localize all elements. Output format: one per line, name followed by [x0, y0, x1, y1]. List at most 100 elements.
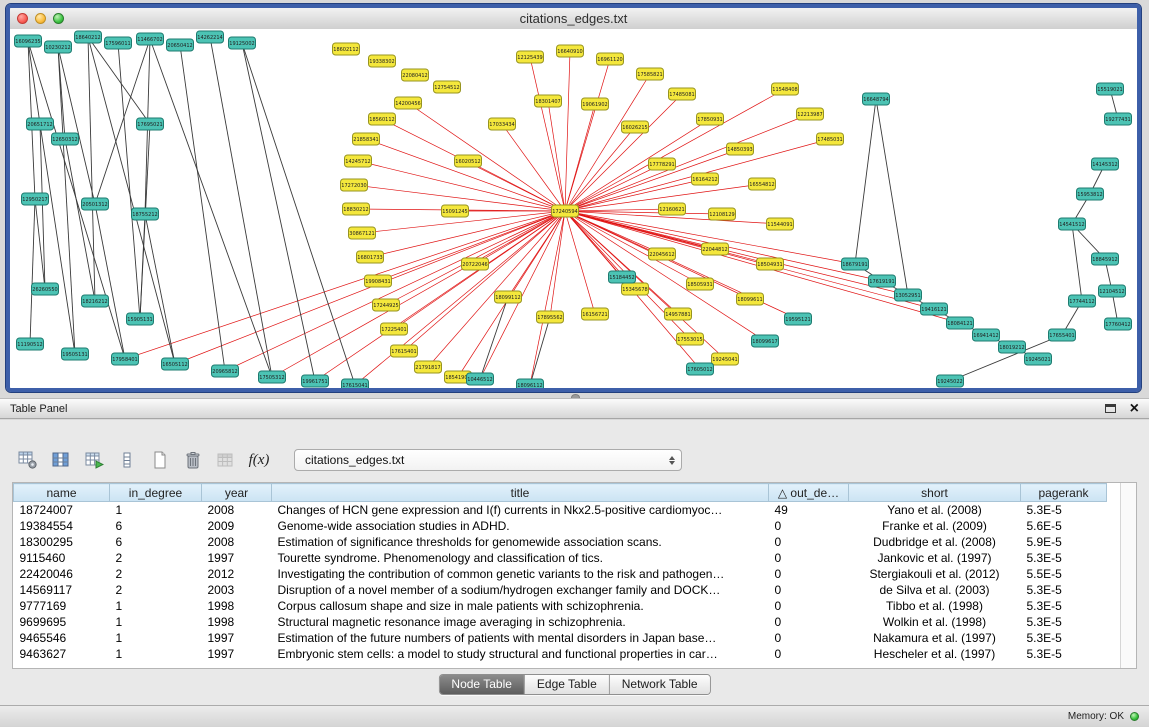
- table-cell[interactable]: 0: [769, 518, 849, 534]
- graph-node[interactable]: 19061902: [582, 98, 609, 110]
- graph-edge[interactable]: [30, 199, 35, 344]
- graph-node[interactable]: 17615401: [391, 345, 418, 357]
- graph-edge[interactable]: [242, 43, 355, 385]
- table-cell[interactable]: 18724007: [14, 502, 110, 518]
- graph-node[interactable]: 17655401: [1049, 329, 1076, 341]
- graph-node[interactable]: 18096112: [517, 379, 544, 388]
- graph-node[interactable]: 17760412: [1105, 318, 1132, 330]
- graph-edge[interactable]: [370, 211, 565, 257]
- table-cell[interactable]: 14569117: [14, 582, 110, 598]
- table-cell[interactable]: Franke et al. (2009): [849, 518, 1021, 534]
- graph-node[interactable]: 18679191: [842, 258, 869, 270]
- graph-node[interactable]: 16026215: [622, 121, 649, 133]
- table-cell[interactable]: 9777169: [14, 598, 110, 614]
- graph-edge[interactable]: [180, 45, 225, 371]
- graph-node[interactable]: 10230212: [45, 41, 72, 53]
- graph-node[interactable]: 12754512: [434, 81, 461, 93]
- table-cell[interactable]: Nakamura et al. (1997): [849, 630, 1021, 646]
- graph-node[interactable]: 17553015: [677, 333, 704, 345]
- graph-node[interactable]: 17244925: [373, 299, 400, 311]
- graph-node[interactable]: 12160621: [659, 203, 686, 215]
- graph-node[interactable]: 17778291: [649, 158, 676, 170]
- graph-node[interactable]: 16505112: [162, 358, 189, 370]
- graph-node[interactable]: 18084121: [947, 317, 974, 329]
- graph-node[interactable]: 16164212: [692, 173, 719, 185]
- graph-node[interactable]: 11548408: [772, 83, 799, 95]
- table-cell[interactable]: Estimation of the future numbers of pati…: [272, 630, 769, 646]
- table-cell[interactable]: Embryonic stem cells: a model to study s…: [272, 646, 769, 662]
- table-cell[interactable]: 1997: [202, 550, 272, 566]
- graph-node[interactable]: 22080412: [402, 69, 429, 81]
- graph-edge[interactable]: [88, 37, 95, 301]
- tab-network-table[interactable]: Network Table: [609, 675, 710, 694]
- graph-node[interactable]: 18755212: [132, 208, 159, 220]
- graph-node[interactable]: 16648794: [863, 93, 890, 105]
- graph-node[interactable]: 17695021: [137, 118, 164, 130]
- table-cell[interactable]: 2012: [202, 566, 272, 582]
- table-cell[interactable]: 0: [769, 582, 849, 598]
- table-cell[interactable]: Wolkin et al. (1998): [849, 614, 1021, 630]
- graph-edge[interactable]: [150, 39, 272, 377]
- graph-node[interactable]: 18019212: [999, 341, 1026, 353]
- graph-node[interactable]: 16801733: [357, 251, 384, 263]
- graph-node[interactable]: 11190512: [17, 338, 44, 350]
- column-header[interactable]: △ out_de…: [769, 484, 849, 502]
- graph-node[interactable]: 16554812: [749, 178, 776, 190]
- graph-node[interactable]: 19961751: [302, 375, 329, 387]
- graph-node[interactable]: 20650412: [167, 39, 194, 51]
- window-titlebar[interactable]: citations_edges.txt: [10, 8, 1137, 30]
- rows-icon[interactable]: [113, 446, 141, 474]
- column-header[interactable]: pagerank: [1021, 484, 1107, 502]
- network-canvas[interactable]: 1724059415091245160205121703343418301407…: [10, 29, 1137, 388]
- graph-edge[interactable]: [855, 99, 876, 264]
- graph-node[interactable]: 30867121: [349, 227, 376, 239]
- table-cell[interactable]: 2: [110, 550, 202, 566]
- table-cell[interactable]: 2009: [202, 518, 272, 534]
- column-header[interactable]: in_degree: [110, 484, 202, 502]
- table-cell[interactable]: 5.3E-5: [1021, 646, 1107, 662]
- graph-edge[interactable]: [550, 211, 565, 317]
- column-header[interactable]: short: [849, 484, 1021, 502]
- graph-edge[interactable]: [1072, 224, 1082, 301]
- graph-node[interactable]: 16020512: [455, 155, 482, 167]
- graph-node[interactable]: 17619191: [869, 275, 896, 287]
- graph-node[interactable]: 17033434: [489, 118, 516, 130]
- table-cell[interactable]: 1: [110, 630, 202, 646]
- table-cell[interactable]: Dudbridge et al. (2008): [849, 534, 1021, 550]
- graph-node[interactable]: 20651712: [27, 118, 54, 130]
- graph-node[interactable]: 14957881: [665, 308, 692, 320]
- graph-node[interactable]: 12104512: [1099, 285, 1126, 297]
- graph-node[interactable]: 19338302: [369, 55, 396, 67]
- table-cell[interactable]: 5.3E-5: [1021, 582, 1107, 598]
- merge-table-icon[interactable]: [212, 446, 240, 474]
- table-cell[interactable]: 5.9E-5: [1021, 534, 1107, 550]
- column-header[interactable]: year: [202, 484, 272, 502]
- zoom-window-button[interactable]: [53, 13, 64, 24]
- graph-node[interactable]: 17272030: [341, 179, 368, 191]
- graph-edge[interactable]: [480, 297, 508, 379]
- graph-node[interactable]: 14850393: [727, 143, 754, 155]
- graph-node[interactable]: 17958401: [112, 353, 139, 365]
- graph-node[interactable]: 20501312: [82, 198, 109, 210]
- table-row[interactable]: 946554611997Estimation of the future num…: [14, 630, 1107, 646]
- graph-node[interactable]: 19245022: [937, 375, 964, 387]
- graph-node[interactable]: 16941412: [973, 329, 1000, 341]
- table-cell[interactable]: Yano et al. (2008): [849, 502, 1021, 518]
- tab-node-table[interactable]: Node Table: [439, 675, 524, 694]
- table-cell[interactable]: Stergiakouli et al. (2012): [849, 566, 1021, 582]
- graph-node[interactable]: 18830212: [343, 203, 370, 215]
- table-cell[interactable]: 1: [110, 646, 202, 662]
- graph-node[interactable]: 20965812: [212, 365, 239, 377]
- table-settings-icon[interactable]: [14, 446, 42, 474]
- graph-node[interactable]: 17615041: [342, 379, 369, 388]
- table-row[interactable]: 946362711997Embryonic stem cells: a mode…: [14, 646, 1107, 662]
- graph-node[interactable]: 19505131: [62, 348, 89, 360]
- graph-edge[interactable]: [366, 139, 565, 211]
- table-row[interactable]: 1830029562008Estimation of significance …: [14, 534, 1107, 550]
- table-row[interactable]: 1938455462009Genome-wide association stu…: [14, 518, 1107, 534]
- table-cell[interactable]: 9465546: [14, 630, 110, 646]
- graph-node[interactable]: 15953812: [1077, 188, 1104, 200]
- table-row[interactable]: 969969511998Structural magnetic resonanc…: [14, 614, 1107, 630]
- graph-edge[interactable]: [530, 57, 565, 211]
- graph-node[interactable]: 12125439: [517, 51, 544, 63]
